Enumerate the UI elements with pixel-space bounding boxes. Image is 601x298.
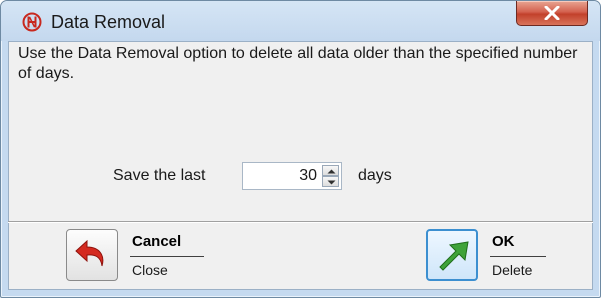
cancel-icon-button[interactable]	[66, 229, 118, 281]
app-logo-icon	[22, 12, 42, 32]
divider	[8, 221, 593, 223]
days-stepper[interactable]: 30	[242, 162, 342, 190]
ok-subtitle[interactable]: Delete	[492, 262, 532, 278]
retention-row: Save the last 30 days	[0, 162, 601, 192]
go-arrow-icon	[439, 241, 469, 271]
title-bar[interactable]: Data Removal	[1, 1, 600, 41]
chevron-up-icon	[327, 169, 336, 174]
ok-rule	[490, 256, 546, 257]
save-the-last-label: Save the last	[113, 167, 206, 184]
cancel-rule	[130, 256, 204, 257]
stepper-buttons	[322, 165, 339, 187]
ok-icon-button[interactable]	[426, 229, 478, 281]
ok-title[interactable]: OK	[492, 233, 515, 250]
days-label: days	[358, 167, 392, 184]
cancel-title[interactable]: Cancel	[132, 233, 181, 250]
undo-arrow-icon	[75, 239, 104, 267]
stepper-down-button[interactable]	[322, 176, 339, 187]
close-button[interactable]	[516, 1, 588, 26]
chevron-down-icon	[327, 180, 336, 185]
stepper-up-button[interactable]	[322, 165, 339, 176]
close-icon	[544, 6, 560, 20]
instruction-text: Use the Data Removal option to delete al…	[18, 45, 578, 82]
cancel-subtitle[interactable]: Close	[132, 262, 168, 278]
window-title: Data Removal	[51, 12, 166, 32]
days-stepper-value[interactable]: 30	[299, 167, 317, 185]
